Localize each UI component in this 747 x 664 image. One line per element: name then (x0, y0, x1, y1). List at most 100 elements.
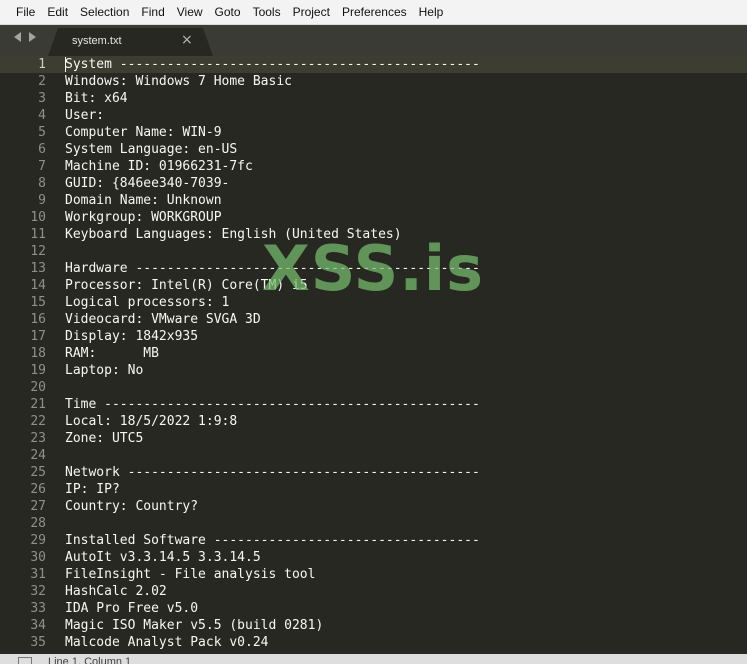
line-text: Logical processors: 1 (65, 295, 230, 310)
editor-line[interactable]: 31 FileInsight - File analysis tool (0, 566, 747, 583)
line-text: Workgroup: WORKGROUP (65, 210, 222, 225)
editor-line[interactable]: 3 Bit: x64 (0, 90, 747, 107)
text-editor[interactable]: 1 System --------------------------------… (0, 56, 747, 654)
line-number: 12 (30, 244, 46, 259)
line-number: 7 (38, 159, 46, 174)
editor-line[interactable]: 26 IP: IP? (0, 481, 747, 498)
editor-line[interactable]: 32 HashCalc 2.02 (0, 583, 747, 600)
line-text: Local: 18/5/2022 1:9:8 (65, 414, 238, 429)
line-text: User: (65, 108, 105, 123)
line-number: 18 (30, 346, 46, 361)
editor-line[interactable]: 6 System Language: en-US (0, 141, 747, 158)
editor-line[interactable]: 5 Computer Name: WIN-9 (0, 124, 747, 141)
line-number: 28 (30, 516, 46, 531)
editor-line[interactable]: 10 Workgroup: WORKGROUP (0, 209, 747, 226)
menu-file[interactable]: File (10, 0, 41, 25)
line-number: 15 (30, 295, 46, 310)
menu-bar: File Edit Selection Find View Goto Tools Projec… (0, 0, 747, 25)
line-number: 26 (30, 482, 46, 497)
editor-line[interactable]: 16 Videocard: VMware SVGA 3D (0, 311, 747, 328)
editor-line[interactable]: 24 (0, 447, 747, 464)
line-number: 35 (30, 635, 46, 650)
line-text: Videocard: VMware SVGA 3D (65, 312, 261, 327)
line-text: Windows: Windows 7 Home Basic (65, 74, 292, 89)
line-text: FileInsight - File analysis tool (65, 567, 316, 582)
line-text: Country: Country? (65, 499, 199, 514)
menu-project[interactable]: Project (287, 0, 336, 25)
line-text: IDA Pro Free v5.0 (65, 601, 199, 616)
line-text: Bit: x64 (65, 91, 128, 106)
tab-system-txt[interactable]: system.txt × (48, 28, 213, 56)
line-number: 31 (30, 567, 46, 582)
line-number: 2 (38, 74, 46, 89)
editor-line[interactable]: 34 Magic ISO Maker v5.5 (build 0281) (0, 617, 747, 634)
editor-line[interactable]: 2 Windows: Windows 7 Home Basic (0, 73, 747, 90)
menu-goto[interactable]: Goto (209, 0, 247, 25)
editor-line[interactable]: 19 Laptop: No (0, 362, 747, 379)
close-icon[interactable]: × (181, 32, 193, 48)
line-number: 10 (30, 210, 46, 225)
menu-preferences[interactable]: Preferences (336, 0, 413, 25)
editor-line[interactable]: 35 Malcode Analyst Pack v0.24 (0, 634, 747, 651)
line-number: 24 (30, 448, 46, 463)
line-text: HashCalc 2.02 (65, 584, 167, 599)
editor-line[interactable]: 17 Display: 1842x935 (0, 328, 747, 345)
editor-line[interactable]: 27 Country: Country? (0, 498, 747, 515)
editor-line[interactable]: 29 Installed Software -------------------… (0, 532, 747, 549)
editor-line[interactable]: 28 (0, 515, 747, 532)
editor-line[interactable]: 30 AutoIt v3.3.14.5 3.3.14.5 (0, 549, 747, 566)
editor-line[interactable]: 18 RAM: MB (0, 345, 747, 362)
line-number: 4 (38, 108, 46, 123)
line-number: 27 (30, 499, 46, 514)
line-number: 3 (38, 91, 46, 106)
line-text: AutoIt v3.3.14.5 3.3.14.5 (65, 550, 261, 565)
line-number: 32 (30, 584, 46, 599)
line-text: Domain Name: Unknown (65, 193, 222, 208)
editor-line[interactable]: 33 IDA Pro Free v5.0 (0, 600, 747, 617)
line-text: Installed Software ---------------------… (65, 533, 480, 548)
tab-right-arrow-icon[interactable] (29, 32, 36, 42)
line-number: 17 (30, 329, 46, 344)
editor-line[interactable]: 1 System --------------------------------… (0, 56, 747, 73)
menu-help[interactable]: Help (413, 0, 450, 25)
line-number: 34 (30, 618, 46, 633)
menu-edit[interactable]: Edit (41, 0, 74, 25)
menu-find[interactable]: Find (135, 0, 170, 25)
tab-label: system.txt (72, 35, 122, 47)
line-text: Zone: UTC5 (65, 431, 144, 446)
tab-left-arrow-icon[interactable] (14, 32, 21, 42)
menu-selection[interactable]: Selection (74, 0, 135, 25)
editor-line[interactable]: 7 Machine ID: 01966231-7fc (0, 158, 747, 175)
line-text: System ---------------------------------… (65, 57, 480, 72)
line-text: Computer Name: WIN-9 (65, 125, 222, 140)
line-text: Network --------------------------------… (65, 465, 480, 480)
line-number: 23 (30, 431, 46, 446)
editor-line[interactable]: 4 User: (0, 107, 747, 124)
editor-line[interactable]: 25 Network ------------------------------… (0, 464, 747, 481)
editor-line[interactable]: 8 GUID: {846ee340-7039- (0, 175, 747, 192)
editor-line[interactable]: 20 (0, 379, 747, 396)
status-bar: Line 1, Column 1 (0, 654, 747, 664)
line-text: Laptop: No (65, 363, 144, 378)
status-text: Line 1, Column 1 (48, 656, 132, 664)
panel-toggle-icon[interactable] (18, 657, 32, 664)
line-text: RAM: MB (65, 346, 159, 361)
line-text: Time -----------------------------------… (65, 397, 480, 412)
line-text: Malcode Analyst Pack v0.24 (65, 635, 269, 650)
line-number: 29 (30, 533, 46, 548)
line-number: 21 (30, 397, 46, 412)
line-text: System Language: en-US (65, 142, 238, 157)
line-number: 22 (30, 414, 46, 429)
editor-line[interactable]: 9 Domain Name: Unknown (0, 192, 747, 209)
line-number: 1 (38, 57, 46, 72)
line-text: GUID: {846ee340-7039- (65, 176, 230, 191)
editor-line[interactable]: 21 Time ---------------------------------… (0, 396, 747, 413)
editor-line[interactable]: 22 Local: 18/5/2022 1:9:8 (0, 413, 747, 430)
line-number: 5 (38, 125, 46, 140)
text-cursor (65, 57, 66, 72)
line-text: Magic ISO Maker v5.5 (build 0281) (65, 618, 324, 633)
editor-line[interactable]: 23 Zone: UTC5 (0, 430, 747, 447)
line-number: 20 (30, 380, 46, 395)
menu-view[interactable]: View (171, 0, 209, 25)
menu-tools[interactable]: Tools (247, 0, 287, 25)
